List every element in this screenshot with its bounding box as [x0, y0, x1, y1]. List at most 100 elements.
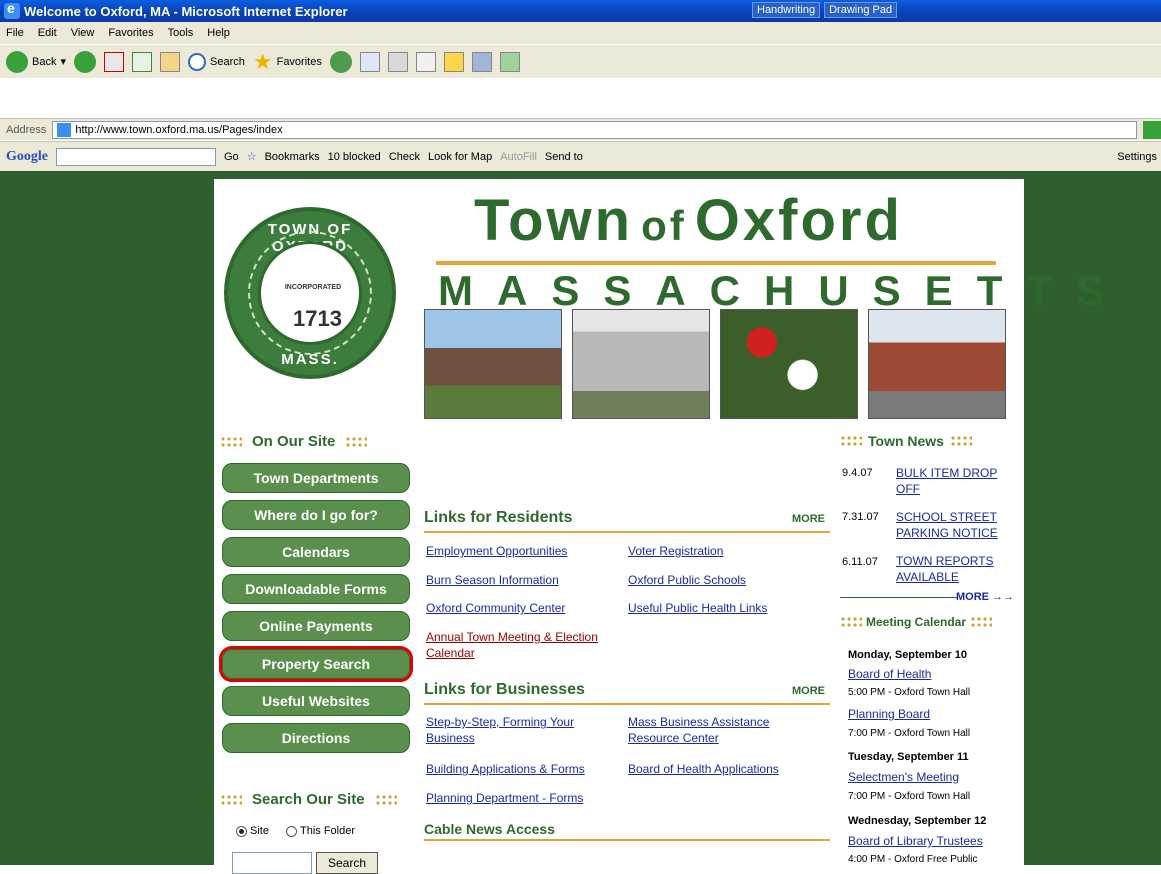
calendar-event-info: 7:00 PM - Oxford Town Hall — [848, 791, 971, 802]
menu-help[interactable]: Help — [207, 27, 230, 39]
calendar-event-link[interactable]: Board of Health — [848, 667, 931, 681]
refresh-icon[interactable] — [132, 51, 152, 72]
forward-button[interactable] — [74, 50, 96, 73]
wheat-ornament-icon — [840, 435, 862, 447]
calendar-event-link[interactable]: Planning Board — [848, 707, 930, 721]
search-our-site-heading: Search Our Site — [220, 791, 397, 808]
bookmark-star-icon: ☆ — [246, 151, 257, 163]
radio-this-folder[interactable]: This Folder — [286, 825, 355, 837]
wheat-ornament-icon — [949, 435, 972, 447]
link-employment[interactable]: Employment Opportunities — [426, 543, 567, 559]
wheat-ornament-icon — [345, 435, 368, 448]
address-label: Address — [6, 123, 47, 136]
menu-tools[interactable]: Tools — [168, 27, 194, 39]
calendar-day: Monday, September 10 — [848, 649, 967, 661]
news-link-bulk-item[interactable]: BULK ITEM DROP OFF — [896, 465, 1016, 497]
search-button[interactable]: Search — [188, 52, 245, 71]
news-date: 7.31.07 — [842, 511, 879, 523]
mail-icon[interactable] — [359, 51, 380, 72]
history-icon[interactable] — [329, 50, 352, 73]
wheat-ornament-icon — [970, 616, 993, 628]
residents-more-link[interactable]: MORE — [792, 513, 825, 525]
google-go-button[interactable]: Go — [224, 151, 239, 163]
site-search-input[interactable] — [232, 852, 312, 874]
back-button[interactable]: Back ▾ — [6, 50, 66, 73]
title-divider — [436, 261, 996, 265]
menu-file[interactable]: File — [6, 27, 24, 39]
go-arrow-icon[interactable] — [1143, 120, 1161, 139]
drawing-pad-button[interactable]: Drawing Pad — [824, 2, 898, 18]
favorites-button[interactable]: ★ Favorites — [253, 49, 322, 75]
nav-calendars[interactable]: Calendars — [222, 537, 410, 567]
link-health-applications[interactable]: Board of Health Applications — [628, 761, 779, 777]
photo-town-building — [424, 309, 562, 419]
link-town-meeting-calendar[interactable]: Annual Town Meeting & Election Calendar — [426, 629, 626, 661]
handwriting-button[interactable]: Handwriting — [752, 2, 821, 18]
nav-town-departments[interactable]: Town Departments — [222, 463, 410, 493]
nav-online-payments[interactable]: Online Payments — [222, 611, 410, 641]
home-icon[interactable] — [160, 51, 180, 72]
discuss-icon[interactable] — [443, 51, 464, 72]
link-building-applications[interactable]: Building Applications & Forms — [426, 761, 585, 777]
title-of: of — [641, 202, 687, 249]
nav-property-search[interactable]: Property Search — [219, 646, 413, 682]
settings-button[interactable]: Settings — [1117, 151, 1157, 163]
radio-site[interactable]: Site — [236, 825, 269, 837]
bookmarks-button[interactable]: Bookmarks — [265, 151, 320, 163]
residents-heading: Links for Residents — [424, 509, 573, 526]
calendar-event-link[interactable]: Selectmen's Meeting — [848, 770, 959, 784]
print-icon[interactable] — [387, 51, 408, 72]
seal-year: 1713 — [293, 306, 342, 331]
seal-incorporated-text: INCORPORATED — [284, 284, 342, 291]
autofill-button[interactable]: AutoFill — [500, 151, 537, 163]
address-field[interactable]: http://www.town.oxford.ma.us/Pages/index — [52, 120, 1138, 139]
nav-directions[interactable]: Directions — [222, 723, 410, 753]
nav-useful-websites[interactable]: Useful Websites — [222, 686, 410, 716]
messenger-icon[interactable] — [499, 51, 520, 72]
stop-icon[interactable] — [104, 51, 124, 72]
businesses-more-link[interactable]: MORE — [792, 685, 825, 697]
site-title: Town of Oxford — [474, 187, 903, 254]
news-link-town-reports[interactable]: TOWN REPORTS AVAILABLE — [896, 553, 1016, 585]
spell-check-button[interactable]: Check — [389, 151, 420, 163]
town-news-heading: Town News — [840, 433, 972, 449]
search-icon — [188, 52, 206, 71]
link-public-schools[interactable]: Oxford Public Schools — [628, 572, 746, 588]
standard-toolbar: Back ▾ Search ★ Favorites — [0, 44, 1161, 78]
menu-view[interactable]: View — [71, 27, 95, 39]
wheat-ornament-icon — [220, 793, 242, 806]
title-state: MASSACHUSETTS — [438, 267, 1129, 314]
link-planning-forms[interactable]: Planning Department - Forms — [426, 790, 583, 806]
menu-edit[interactable]: Edit — [38, 27, 57, 39]
link-forming-business[interactable]: Step-by-Step, Forming Your Business — [426, 714, 606, 746]
link-public-health[interactable]: Useful Public Health Links — [628, 600, 767, 616]
research-icon[interactable] — [471, 51, 492, 72]
address-url: http://www.town.oxford.ma.us/Pages/index — [75, 123, 283, 136]
wheat-ornament-icon — [220, 435, 242, 448]
site-search-button[interactable]: Search — [316, 852, 378, 874]
page-icon — [57, 122, 72, 137]
calendar-event-link[interactable]: Board of Library Trustees — [848, 834, 983, 848]
nav-downloadable-forms[interactable]: Downloadable Forms — [222, 574, 410, 604]
link-community-center[interactable]: Oxford Community Center — [426, 600, 565, 616]
calendar-day: Wednesday, September 12 — [848, 815, 987, 827]
menu-favorites[interactable]: Favorites — [108, 27, 153, 39]
look-for-map-button[interactable]: Look for Map — [428, 151, 492, 163]
send-to-button[interactable]: Send to — [545, 151, 583, 163]
businesses-heading: Links for Businesses — [424, 681, 585, 698]
news-more-link[interactable]: MORE →→ — [956, 591, 1014, 603]
title-town: Town — [474, 188, 634, 253]
popup-blocked-indicator[interactable]: 10 blocked — [328, 151, 381, 163]
window-title: Welcome to Oxford, MA - Microsoft Intern… — [24, 3, 348, 19]
link-mass-business-assistance[interactable]: Mass Business Assistance Resource Center — [628, 714, 808, 746]
google-search-input[interactable] — [56, 147, 216, 166]
news-link-school-street[interactable]: SCHOOL STREET PARKING NOTICE — [896, 509, 1016, 541]
link-voter-registration[interactable]: Voter Registration — [628, 543, 723, 559]
link-burn-season[interactable]: Burn Season Information — [426, 572, 559, 588]
title-oxford: Oxford — [694, 188, 903, 253]
cable-news-heading: Cable News Access — [424, 821, 555, 837]
meeting-calendar-heading: Meeting Calendar — [840, 615, 993, 629]
nav-where-do-i-go[interactable]: Where do I go for? — [222, 500, 410, 530]
calendar-event-info: 5:00 PM - Oxford Town Hall — [848, 687, 971, 698]
edit-icon[interactable] — [415, 51, 436, 72]
